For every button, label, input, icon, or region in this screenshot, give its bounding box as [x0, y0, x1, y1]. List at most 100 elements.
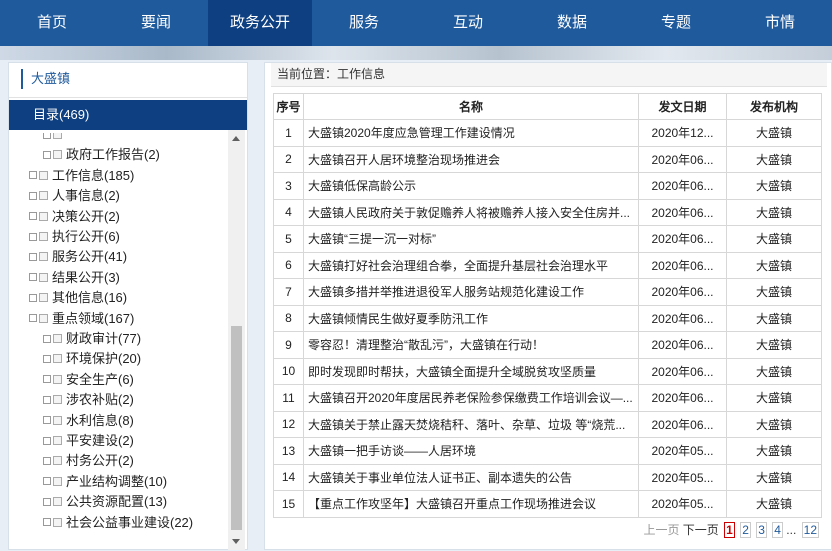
scroll-up-arrow-icon[interactable] [232, 136, 240, 141]
prev-page-link[interactable]: 上一页 [643, 521, 679, 539]
expand-icon[interactable] [43, 456, 51, 465]
tree-item-label: 社会公益事业建设(22) [66, 514, 194, 530]
expand-icon[interactable] [29, 273, 37, 282]
expand-icon[interactable] [43, 497, 51, 506]
expand-icon[interactable] [43, 150, 51, 159]
row-title-link[interactable]: 大盛镇倾情民生做好夏季防汛工作 [303, 304, 639, 332]
row-title-link[interactable]: 大盛镇关于事业单位法人证书正、副本遗失的公告 [303, 463, 639, 491]
row-title-link[interactable]: 大盛镇一把手访谈——人居环境 [303, 437, 639, 465]
tree-item-label: 其他信息(16) [52, 290, 128, 306]
row-title-link[interactable]: 大盛镇召开2020年度居民养老保险参保缴费工作培训会议—... [303, 384, 639, 412]
header-org: 发布机构 [726, 93, 822, 120]
expand-icon[interactable] [29, 232, 37, 241]
expand-icon[interactable] [43, 354, 51, 363]
sidebar-tree-item[interactable]: 环境保护(20) [43, 349, 141, 369]
sidebar-tree-item[interactable]: 平安建设(2) [43, 431, 134, 451]
expand-icon[interactable] [29, 191, 37, 200]
expand-icon[interactable] [43, 395, 51, 404]
row-title-link[interactable]: 大盛镇“三提一沉一对标” [303, 225, 639, 253]
sidebar-tree-item[interactable]: 产业结构调整(10) [43, 472, 167, 492]
tree-item-label: 决策公开(2) [52, 208, 120, 224]
nav-home[interactable]: 首页 [0, 0, 104, 46]
row-title-link[interactable]: 【重点工作攻坚年】大盛镇召开重点工作现场推进会议 [303, 490, 639, 518]
sidebar-tree-item[interactable]: 社会公益事业建设(22) [43, 513, 193, 533]
sidebar-tree-item[interactable]: 财政审计(77) [43, 329, 141, 349]
row-number: 9 [273, 331, 304, 359]
expand-icon[interactable] [29, 252, 37, 261]
page-link[interactable]: 4 [772, 522, 783, 538]
nav-topics[interactable]: 专题 [624, 0, 728, 46]
expand-icon[interactable] [43, 133, 51, 139]
row-number: 8 [273, 304, 304, 332]
nav-service[interactable]: 服务 [312, 0, 416, 46]
sidebar-tree-item[interactable]: 服务公开(41) [29, 247, 127, 267]
row-org: 大盛镇 [726, 490, 822, 518]
nav-city-info[interactable]: 市情 [728, 0, 832, 46]
row-title-link[interactable]: 大盛镇关于禁止露天焚烧秸秆、落叶、杂草、垃圾 等“烧荒... [303, 410, 639, 438]
nav-gov-affairs[interactable]: 政务公开 [208, 0, 312, 46]
folder-icon [39, 232, 48, 242]
expand-icon[interactable] [43, 334, 51, 343]
row-org: 大盛镇 [726, 278, 822, 306]
sidebar-tree-item[interactable]: 政府工作报告(2) [43, 145, 160, 165]
sidebar-tree-item[interactable]: 结果公开(3) [29, 268, 120, 288]
sidebar-tree-item[interactable]: 村务公开(2) [43, 451, 134, 471]
sidebar-tree-item[interactable]: 水利信息(8) [43, 411, 134, 431]
row-date: 2020年06... [638, 145, 727, 173]
expand-icon[interactable] [29, 212, 37, 221]
expand-icon[interactable] [29, 314, 37, 323]
row-number: 6 [273, 251, 304, 279]
row-date: 2020年12... [638, 119, 727, 147]
row-title-link[interactable]: 大盛镇2020年度应急管理工作建设情况 [303, 119, 639, 147]
nav-interaction[interactable]: 互动 [416, 0, 520, 46]
expand-icon[interactable] [43, 477, 51, 486]
sidebar-tree-item[interactable]: 重点领域(167) [29, 309, 134, 329]
page-link-last[interactable]: 12 [801, 522, 819, 538]
row-title-link[interactable]: 大盛镇低保高龄公示 [303, 172, 639, 200]
row-title-link[interactable]: 大盛镇召开人居环境整治现场推进会 [303, 145, 639, 173]
folder-icon [39, 211, 48, 221]
expand-icon[interactable] [43, 416, 51, 425]
row-title-link[interactable]: 大盛镇打好社会治理组合拳，全面提升基层社会治理水平 [303, 251, 639, 279]
page-link[interactable]: 1 [724, 522, 735, 538]
sidebar-tree-item[interactable]: 执行公开(6) [29, 227, 120, 247]
sidebar-tree-item[interactable] [43, 133, 66, 145]
expand-icon[interactable] [43, 518, 51, 527]
nav-data[interactable]: 数据 [520, 0, 624, 46]
table-row: 11 大盛镇召开2020年度居民养老保险参保缴费工作培训会议—... 2020年06… [273, 384, 822, 412]
row-number: 13 [273, 437, 304, 465]
nav-news[interactable]: 要闻 [104, 0, 208, 46]
sidebar-tree-item[interactable]: 其他信息(16) [29, 288, 127, 308]
catalog-header[interactable]: 目录(469) [9, 100, 247, 130]
sidebar-tree-item[interactable]: 安全生产(6) [43, 370, 134, 390]
document-table: 序号 名称 发文日期 发布机构 1 大盛镇2020年度应急管理工作建设情况 2020… [273, 93, 822, 518]
next-page-link[interactable]: 下一页 [683, 521, 719, 539]
row-org: 大盛镇 [726, 119, 822, 147]
tree-scrollbar[interactable] [228, 130, 245, 550]
row-title-link[interactable]: 大盛镇多措并举推进退役军人服务站规范化建设工作 [303, 278, 639, 306]
row-title-link[interactable]: 即时发现即时帮扶，大盛镇全面提升全域脱贫攻坚质量 [303, 357, 639, 385]
sidebar-tree-item[interactable]: 工作信息(185) [29, 166, 134, 186]
scrollbar-thumb[interactable] [231, 326, 242, 530]
tree-item-label: 环境保护(20) [66, 351, 142, 367]
sidebar-tree-item[interactable]: 决策公开(2) [29, 207, 120, 227]
expand-icon[interactable] [29, 293, 37, 302]
sidebar-tree-item[interactable]: 涉农补贴(2) [43, 390, 134, 410]
scroll-down-arrow-icon[interactable] [232, 539, 240, 544]
row-title-link[interactable]: 零容忍！清理整治“散乱污”，大盛镇在行动！ [303, 331, 639, 359]
page-link[interactable]: 2 [740, 522, 751, 538]
sidebar-tree-item[interactable]: 人事信息(2) [29, 186, 120, 206]
folder-icon [53, 354, 62, 364]
tree-item-label: 平安建设(2) [66, 433, 134, 448]
expand-icon[interactable] [43, 436, 51, 445]
page-link[interactable]: 3 [756, 522, 767, 538]
sidebar-tree-item[interactable]: 公共资源配置(13) [43, 492, 167, 512]
folder-icon [39, 293, 48, 303]
expand-icon[interactable] [43, 375, 51, 384]
expand-icon[interactable] [29, 171, 37, 180]
row-title-link[interactable]: 大盛镇人民政府关于敦促赡养人将被赡养人接入安全住房并... [303, 198, 639, 226]
row-org: 大盛镇 [726, 304, 822, 332]
category-tree: 政府工作报告(2) 工作信息(185) 人事信息(2) 决策公开(2) 执行公开(6) 服… [9, 133, 229, 551]
table-row: 10 即时发现即时帮扶，大盛镇全面提升全域脱贫攻坚质量 2020年06... 大盛镇 [273, 357, 822, 385]
table-header-row: 序号 名称 发文日期 发布机构 [273, 93, 822, 120]
